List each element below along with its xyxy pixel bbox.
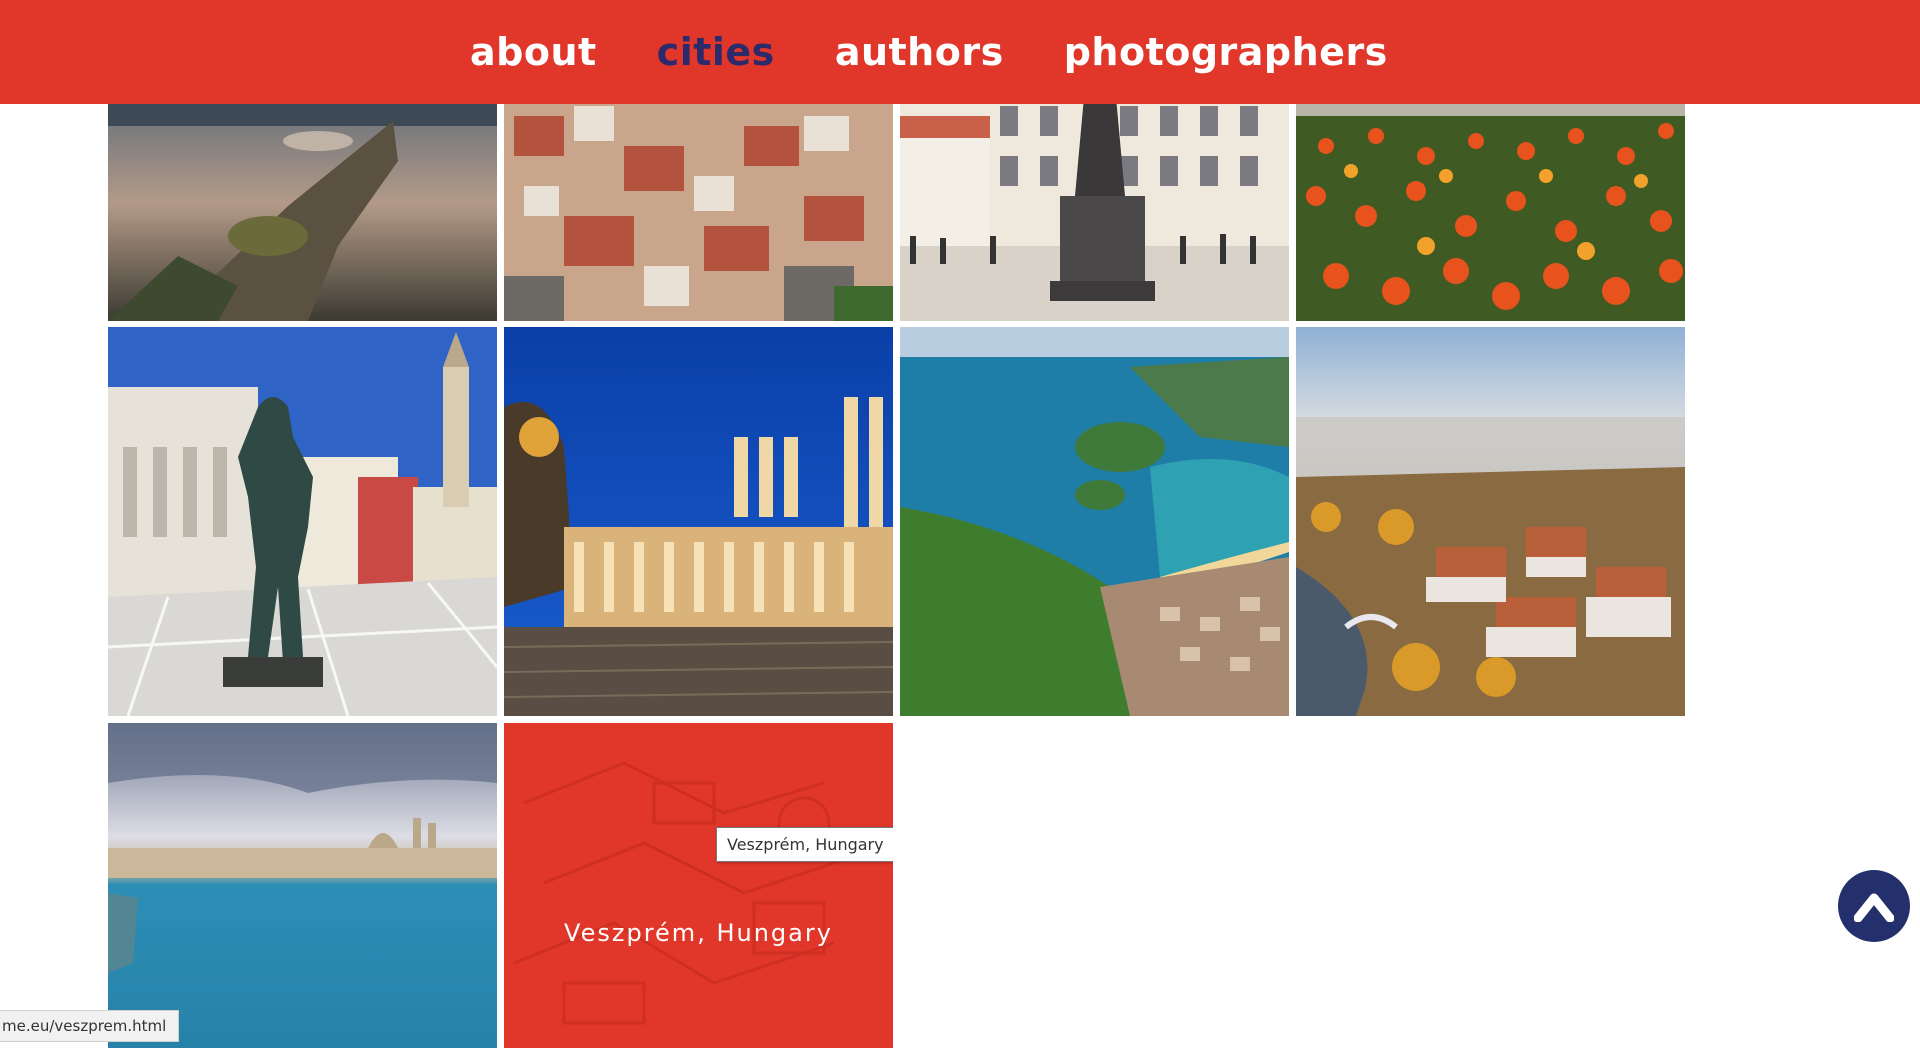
city-photo-statue-piazza	[108, 327, 497, 716]
city-tile[interactable]	[900, 86, 1289, 321]
city-photo-coast-aerial	[108, 86, 497, 321]
nav-about[interactable]: about	[470, 30, 597, 74]
veszprem-tooltip: Veszprém, Hungary	[716, 827, 893, 862]
city-photo-statue-square	[900, 86, 1289, 321]
city-tile[interactable]	[108, 86, 497, 321]
city-tile[interactable]	[900, 327, 1289, 716]
top-navigation-bar: about cities authors photographers	[0, 0, 1920, 104]
city-photo-veszprem	[513, 761, 865, 1025]
nav-photographers[interactable]: photographers	[1064, 30, 1388, 74]
city-photo-harbour-skyline	[108, 723, 497, 1048]
city-photo-rooftops	[504, 86, 893, 321]
city-tile-veszprem[interactable]: Veszprém, Hungary Veszprém, Hungary	[504, 723, 893, 1048]
city-tile[interactable]	[1296, 327, 1685, 716]
city-photo-tulips	[1296, 86, 1685, 321]
city-tile[interactable]	[108, 327, 497, 716]
city-photo-bay-aerial	[900, 327, 1289, 716]
chevron-up-icon	[1854, 893, 1894, 922]
status-bar-url: me.eu/veszprem.html	[0, 1010, 180, 1042]
city-tile[interactable]	[504, 327, 893, 716]
city-photo-river-town	[1296, 327, 1685, 716]
nav-authors[interactable]: authors	[835, 30, 1004, 74]
scroll-to-top-button[interactable]	[1838, 870, 1910, 942]
city-tile[interactable]	[504, 86, 893, 321]
veszprem-caption: Veszprém, Hungary	[564, 919, 833, 947]
city-tile[interactable]	[1296, 86, 1685, 321]
nav-cities[interactable]: cities	[657, 30, 775, 74]
city-photo-roman-theatre	[504, 327, 893, 716]
main-nav: about cities authors photographers	[470, 0, 1388, 104]
city-tile[interactable]	[108, 723, 497, 1048]
